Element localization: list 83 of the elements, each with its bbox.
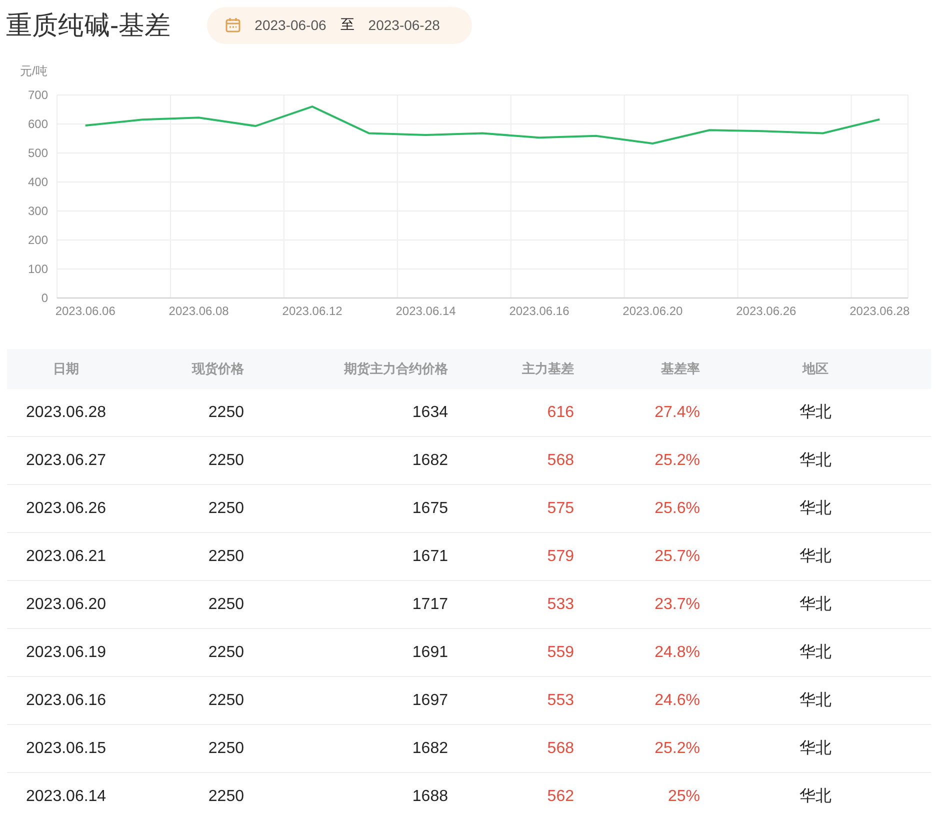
x-tick-label: 2023.06.14 — [396, 304, 456, 318]
x-tick-label: 2023.06.08 — [168, 304, 229, 318]
y-tick-label: 700 — [28, 88, 48, 102]
range-separator: 至 — [340, 16, 354, 34]
x-tick-label: 2023.06.16 — [509, 304, 570, 318]
table-cell-text: 2023.06.15 — [25, 740, 108, 758]
table-cell-text: 华北 — [798, 594, 832, 615]
table-cell-text: 1717 — [411, 596, 448, 614]
table-cell-text: 579 — [546, 548, 574, 566]
y-tick-label: 100 — [28, 262, 48, 276]
x-tick-label: 2023.06.12 — [282, 304, 342, 318]
y-tick-label: 0 — [41, 291, 48, 305]
table-cell-text: 华北 — [798, 450, 832, 471]
table-cell-text: 616 — [546, 404, 574, 422]
x-tick-label: 2023.06.26 — [736, 304, 796, 318]
table-cell-text: 24.8% — [654, 644, 700, 662]
table-cell-text: 2023.06.26 — [25, 500, 108, 518]
table-cell-text: 568 — [546, 452, 574, 470]
table-cell-text: 25.7% — [654, 548, 700, 566]
column-header: 期货主力合约价格 — [343, 360, 448, 378]
table-cell-text: 1682 — [411, 452, 448, 470]
table-cell-text: 2250 — [207, 596, 244, 614]
table-cell-text: 25.6% — [654, 500, 700, 518]
table-cell-text: 575 — [546, 500, 574, 518]
table-cell-text: 562 — [546, 788, 574, 806]
table-cell-text: 1691 — [411, 644, 448, 662]
end-date: 2023-06-28 — [368, 17, 440, 33]
table-cell-text: 1634 — [411, 404, 448, 422]
table-cell-text: 1675 — [411, 500, 448, 518]
table-cell-text: 25.2% — [654, 452, 700, 470]
table-cell-text: 1697 — [411, 692, 448, 710]
table-cell-text: 2250 — [207, 548, 244, 566]
column-header: 地区 — [801, 360, 830, 378]
table-cell-text: 2023.06.16 — [25, 692, 108, 710]
table-cell-text: 2250 — [207, 452, 244, 470]
table-cell-text: 华北 — [798, 786, 832, 807]
table-cell-text: 553 — [546, 692, 574, 710]
table-cell-text: 2023.06.28 — [25, 404, 108, 422]
table-cell-text: 华北 — [798, 690, 832, 711]
table-cell-text: 27.4% — [654, 404, 700, 422]
table-cell-text: 2023.06.14 — [25, 788, 108, 806]
table-cell-text: 华北 — [798, 498, 832, 519]
table-cell-text: 2250 — [207, 404, 244, 422]
table-cell-text: 华北 — [798, 738, 832, 759]
x-tick-label: 2023.06.06 — [55, 304, 116, 318]
x-tick-label: 2023.06.20 — [622, 304, 683, 318]
table-cell-text: 华北 — [798, 546, 832, 567]
column-header: 日期 — [52, 360, 80, 378]
table-cell-text: 25.2% — [654, 740, 700, 758]
table-cell-text: 1682 — [411, 740, 448, 758]
table-cell-text: 华北 — [798, 642, 832, 663]
table-cell-text: 2250 — [207, 692, 244, 710]
table-cell-text: 568 — [546, 740, 574, 758]
y-tick-label: 500 — [28, 146, 48, 160]
page-title: 重质纯碱-基差 — [6, 8, 171, 42]
table-cell-text: 2250 — [207, 740, 244, 758]
table-cell-text: 533 — [546, 596, 574, 614]
table-cell-text: 2023.06.20 — [25, 596, 108, 614]
table-cell-text: 25% — [666, 788, 700, 806]
table-cell-text: 2023.06.27 — [25, 452, 108, 470]
start-date: 2023-06-06 — [254, 17, 326, 33]
table-cell-text: 24.6% — [654, 692, 700, 710]
x-tick-label: 2023.06.28 — [850, 304, 910, 318]
table-cell-text: 1671 — [411, 548, 448, 566]
axis-unit: 元/吨 — [20, 64, 48, 78]
table-cell-text: 2250 — [207, 500, 244, 518]
y-tick-label: 600 — [28, 117, 48, 131]
table-cell-text: 2250 — [207, 644, 244, 662]
y-tick-label: 400 — [28, 175, 48, 189]
column-header: 主力基差 — [521, 360, 574, 378]
y-tick-label: 300 — [28, 204, 48, 218]
column-header: 现货价格 — [190, 360, 244, 378]
table-cell-text: 华北 — [798, 402, 832, 423]
table-cell-text: 559 — [546, 644, 574, 662]
table-cell-text: 23.7% — [654, 596, 700, 614]
date-range-picker[interactable]: 2023-06-06 至 2023-06-28 — [206, 6, 472, 44]
calendar-icon — [224, 17, 241, 33]
column-header: 基差率 — [660, 360, 700, 378]
table-cell-text: 2023.06.21 — [25, 548, 108, 566]
table-cell-text: 2250 — [207, 788, 244, 806]
table-cell-text: 1688 — [411, 788, 448, 806]
y-tick-label: 200 — [28, 233, 48, 247]
table-cell-text: 2023.06.19 — [25, 644, 108, 662]
